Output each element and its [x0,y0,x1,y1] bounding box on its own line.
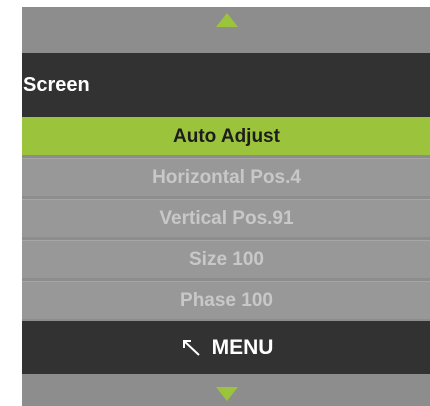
back-arrow-icon [182,340,200,356]
scroll-up-bar[interactable] [22,7,430,50]
section-title: Screen [23,73,90,96]
menu-item-label: Auto Adjust [173,125,280,147]
menu-item-label: Size 100 [189,248,264,270]
osd-panel: Screen Auto Adjust Horizontal Pos.4 Vert… [22,7,430,406]
menu-item-phase[interactable]: Phase 100 [22,281,430,319]
menu-item-size[interactable]: Size 100 [22,240,430,278]
section-title-bar: Screen [22,53,430,117]
triangle-down-icon[interactable] [215,386,239,402]
menu-item-label: Horizontal Pos.4 [152,166,301,188]
menu-back-button[interactable]: MENU [22,321,430,375]
menu-back-label: MENU [211,336,274,359]
menu-item-label: Vertical Pos.91 [159,207,294,229]
menu-item-label: Phase 100 [180,289,273,311]
menu-item-auto-adjust[interactable]: Auto Adjust [22,117,430,155]
menu-item-vertical-pos[interactable]: Vertical Pos.91 [22,199,430,237]
triangle-up-icon[interactable] [215,12,239,28]
menu-item-horizontal-pos[interactable]: Horizontal Pos.4 [22,158,430,196]
menu-list: Auto Adjust Horizontal Pos.4 Vertical Po… [22,117,430,319]
scroll-down-bar[interactable] [22,374,430,406]
